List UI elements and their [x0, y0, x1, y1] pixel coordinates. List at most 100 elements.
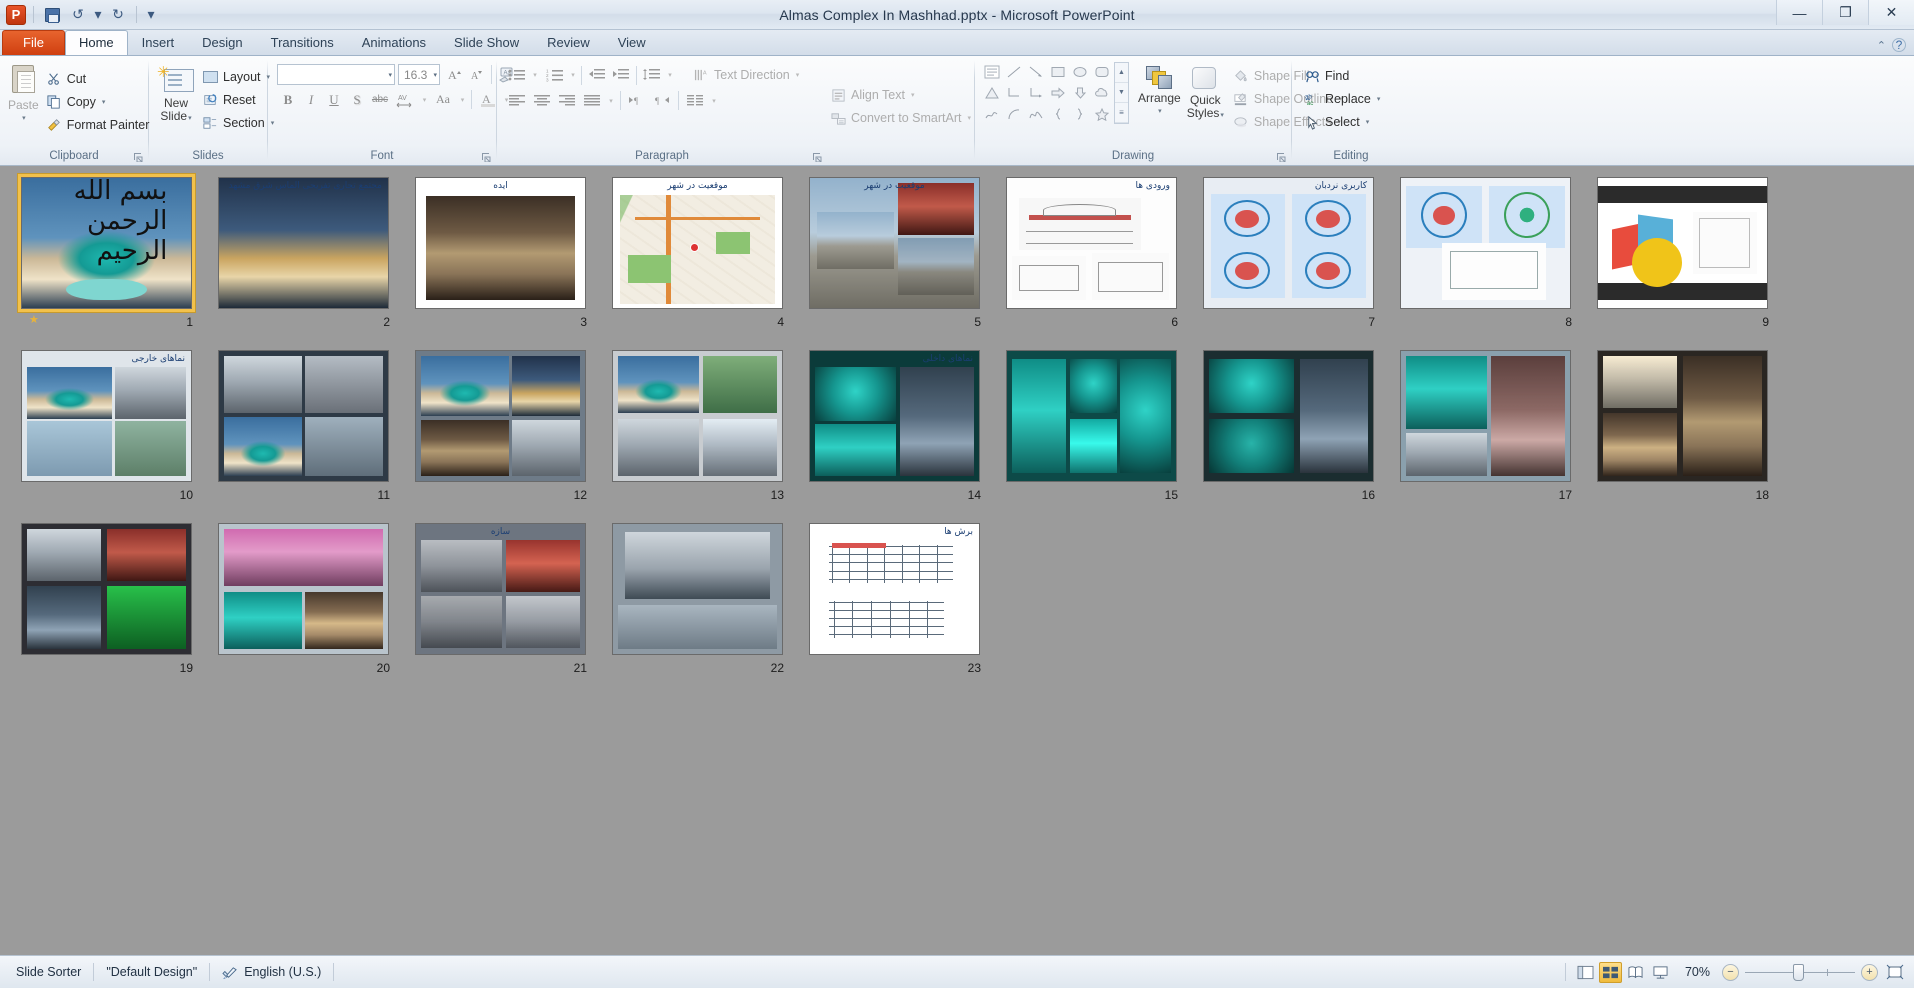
- slide-preview[interactable]: [415, 350, 586, 482]
- paste-caret-icon[interactable]: ▾: [22, 112, 26, 125]
- justify-caret-icon[interactable]: ▾: [605, 90, 616, 111]
- align-left-button[interactable]: [505, 90, 529, 111]
- slide-thumbnail-cell[interactable]: ورودی ها 6: [995, 174, 1188, 341]
- tab-insert[interactable]: Insert: [128, 30, 189, 55]
- slide-thumbnail[interactable]: مجتمع تجاری تفریحی الماس شرق مشهد: [215, 174, 392, 312]
- slide-thumbnail[interactable]: سازه: [412, 520, 589, 658]
- arrange-button[interactable]: Arrange ▾: [1135, 62, 1184, 122]
- slide-thumbnail[interactable]: ایده: [412, 174, 589, 312]
- shapes-gallery-scrollbar[interactable]: ▲ ▼ ≡: [1114, 62, 1129, 124]
- shape-oval[interactable]: [1069, 62, 1090, 82]
- close-button[interactable]: ✕: [1868, 0, 1914, 25]
- slide-thumbnail[interactable]: [1594, 347, 1771, 485]
- shape-left-brace[interactable]: [1047, 104, 1068, 124]
- tab-home[interactable]: Home: [64, 30, 128, 55]
- numbering-caret-icon[interactable]: ▾: [567, 65, 578, 86]
- undo-dropdown-caret-icon[interactable]: ▾: [93, 4, 103, 26]
- status-language[interactable]: English (U.S.): [210, 961, 333, 983]
- animation-indicator-icon[interactable]: ★: [29, 313, 39, 326]
- help-icon[interactable]: ?: [1892, 38, 1906, 52]
- slide-thumbnail-cell[interactable]: نماهای داخلی 14: [798, 347, 991, 514]
- shape-arc[interactable]: [1003, 104, 1024, 124]
- slide-preview[interactable]: مجتمع تجاری تفریحی الماس شرق مشهد: [218, 177, 389, 309]
- slide-preview[interactable]: ورودی ها: [1006, 177, 1177, 309]
- shrink-font-button[interactable]: A: [466, 64, 488, 85]
- font-dialog-launcher[interactable]: [481, 151, 492, 163]
- slide-thumbnail-cell[interactable]: بسم الله الرحمن الرحیم ★1: [10, 174, 203, 341]
- powerpoint-logo-icon[interactable]: P: [6, 4, 26, 25]
- slide-thumbnail-cell[interactable]: 15: [995, 347, 1188, 514]
- minimize-button[interactable]: —: [1776, 0, 1822, 25]
- align-center-button[interactable]: [530, 90, 554, 111]
- decrease-indent-button[interactable]: [585, 65, 609, 86]
- slide-thumbnail-cell[interactable]: ایده 3: [404, 174, 597, 341]
- slide-thumbnail[interactable]: [1200, 347, 1377, 485]
- slide-thumbnail[interactable]: برش ها: [806, 520, 983, 658]
- slide-thumbnail-cell[interactable]: نماهای خارجی 10: [10, 347, 203, 514]
- shape-elbow-connector[interactable]: [1003, 83, 1024, 103]
- find-button[interactable]: Find: [1300, 65, 1387, 87]
- text-direction-button[interactable]: A Text Direction ▾: [689, 64, 806, 86]
- slide-preview[interactable]: موقعیت در شهر: [612, 177, 783, 309]
- line-spacing-caret-icon[interactable]: ▾: [664, 65, 675, 86]
- rtl-direction-button[interactable]: ¶: [650, 90, 674, 111]
- redo-icon[interactable]: ↻: [107, 4, 129, 26]
- font-name-caret-icon[interactable]: ▾: [385, 71, 392, 79]
- status-view-name[interactable]: Slide Sorter: [4, 961, 93, 983]
- slide-thumbnail-cell[interactable]: سازه 21: [404, 520, 597, 687]
- shape-right-brace[interactable]: [1069, 104, 1090, 124]
- clipboard-dialog-launcher[interactable]: [133, 151, 144, 163]
- copy-button[interactable]: Copy ▾: [42, 91, 157, 113]
- shapes-scroll-up-icon[interactable]: ▲: [1115, 63, 1128, 83]
- slide-preview[interactable]: موقعیت در شهر: [809, 177, 980, 309]
- slide-preview[interactable]: سازه: [415, 523, 586, 655]
- shape-arrow-right[interactable]: [1047, 83, 1068, 103]
- restore-button[interactable]: ❐: [1822, 0, 1868, 25]
- zoom-percentage[interactable]: 70%: [1674, 965, 1716, 979]
- line-spacing-button[interactable]: [640, 65, 664, 86]
- smartart-caret-icon[interactable]: ▾: [967, 114, 971, 122]
- tab-view[interactable]: View: [604, 30, 660, 55]
- tab-transitions[interactable]: Transitions: [257, 30, 348, 55]
- paste-button[interactable]: Paste ▾: [5, 61, 42, 129]
- new-slide-button[interactable]: ✳ New Slide▾: [154, 61, 198, 129]
- change-case-caret-icon[interactable]: ▾: [457, 89, 467, 110]
- slide-thumbnail[interactable]: [1397, 174, 1574, 312]
- slide-thumbnail[interactable]: [412, 347, 589, 485]
- view-slide-show-button[interactable]: [1649, 962, 1672, 983]
- slide-thumbnail-cell[interactable]: برش ها 23: [798, 520, 991, 687]
- slide-thumbnail-cell[interactable]: 9: [1586, 174, 1779, 341]
- quick-styles-button[interactable]: Quick Styles▾: [1184, 62, 1227, 126]
- slide-thumbnail-cell[interactable]: 16: [1192, 347, 1385, 514]
- slide-thumbnail[interactable]: نماهای داخلی: [806, 347, 983, 485]
- slide-thumbnail-cell[interactable]: 13: [601, 347, 794, 514]
- drawing-dialog-launcher[interactable]: [1276, 151, 1287, 163]
- underline-button[interactable]: U: [323, 89, 345, 110]
- slide-thumbnail[interactable]: ورودی ها: [1003, 174, 1180, 312]
- slide-thumbnail-cell[interactable]: موقعیت در شهر 5: [798, 174, 991, 341]
- tab-animations[interactable]: Animations: [348, 30, 440, 55]
- paragraph-dialog-launcher[interactable]: [812, 151, 823, 163]
- select-caret-icon[interactable]: ▾: [1366, 118, 1370, 126]
- slide-thumbnail-cell[interactable]: 20: [207, 520, 400, 687]
- italic-button[interactable]: I: [300, 89, 322, 110]
- slide-thumbnail-cell[interactable]: کاربری نردبان 7: [1192, 174, 1385, 341]
- minimize-ribbon-icon[interactable]: ⌃: [1877, 39, 1886, 52]
- shape-arrow-down[interactable]: [1069, 83, 1090, 103]
- shapes-scroll-down-icon[interactable]: ▼: [1115, 83, 1128, 103]
- character-spacing-caret-icon[interactable]: ▾: [419, 89, 429, 110]
- new-slide-caret-icon[interactable]: ▾: [188, 115, 192, 122]
- slide-preview[interactable]: [21, 523, 192, 655]
- zoom-in-button[interactable]: +: [1861, 963, 1878, 981]
- slide-thumbnail[interactable]: موقعیت در شهر: [609, 174, 786, 312]
- slide-thumbnail-cell[interactable]: 22: [601, 520, 794, 687]
- view-normal-button[interactable]: [1574, 962, 1597, 983]
- shape-rectangle[interactable]: [1047, 62, 1068, 82]
- tab-slide-show[interactable]: Slide Show: [440, 30, 533, 55]
- zoom-out-button[interactable]: −: [1722, 963, 1739, 981]
- undo-icon[interactable]: ↺: [67, 4, 89, 26]
- save-icon[interactable]: [41, 4, 63, 26]
- shape-triangle[interactable]: [981, 83, 1002, 103]
- bold-button[interactable]: B: [277, 89, 299, 110]
- increase-indent-button[interactable]: [609, 65, 633, 86]
